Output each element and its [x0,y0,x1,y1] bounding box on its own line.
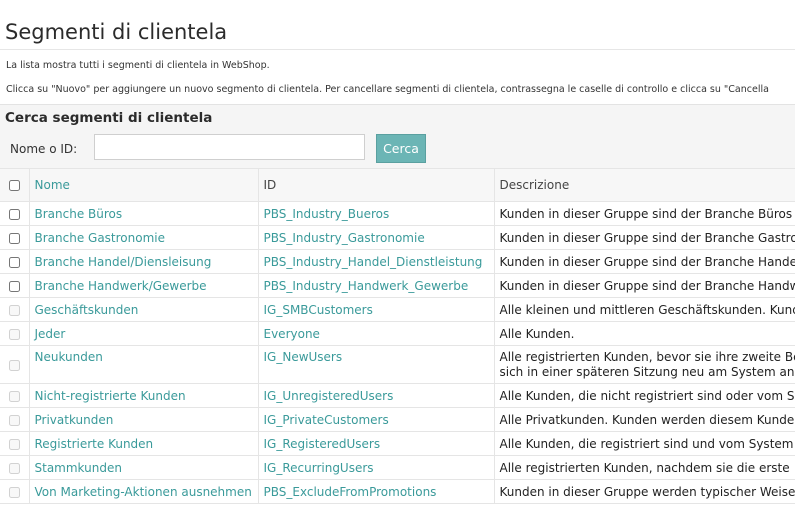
segment-description: Kunden in dieser Gruppe sind der Branche… [494,201,795,226]
segment-id-link[interactable]: PBS_Industry_Handwerk_Gewerbe [264,279,469,293]
select-all-cell [0,168,30,202]
segment-id-link[interactable]: IG_RecurringUsers [264,461,374,475]
row-checkbox[interactable] [8,232,20,244]
intro-text-line-2: Clicca su "Nuovo" per aggiungere un nuov… [6,84,769,95]
intro-text-line-1: La lista mostra tutti i segmenti di clie… [6,60,270,71]
segment-name-link[interactable]: Branche Handwerk/Gewerbe [35,279,207,293]
search-button[interactable]: Cerca [376,134,426,163]
table-row: Registrierte Kunden IG_RegisteredUsers A… [0,431,795,456]
segment-name-link[interactable]: Von Marketing-Aktionen ausnehmen [35,485,252,499]
table-row: Branche Handwerk/Gewerbe PBS_Industry_Ha… [0,273,795,298]
table-row: Privatkunden IG_PrivateCustomers Alle Pr… [0,407,795,432]
segment-name-link[interactable]: Branche Handel/Diensleisung [35,255,212,269]
row-checkbox[interactable] [8,256,20,268]
segment-name-link[interactable]: Registrierte Kunden [35,437,154,451]
segment-name-link[interactable]: Privatkunden [35,413,114,427]
segment-id-link[interactable]: IG_RegisteredUsers [264,437,381,451]
column-header-description: Descrizione [494,168,795,202]
row-checkbox-disabled [8,462,20,474]
table-row: Nicht-registrierte Kunden IG_Unregistere… [0,383,795,408]
segment-id-link[interactable]: IG_SMBCustomers [264,303,373,317]
segment-description: Alle Kunden, die registriert sind und vo… [494,431,795,456]
segment-name-link[interactable]: Neukunden [35,350,103,364]
segment-description: Alle Kunden, die nicht registriert sind … [494,383,795,408]
table-row: Von Marketing-Aktionen ausnehmen PBS_Exc… [0,479,795,504]
segment-id-link[interactable]: IG_UnregisteredUsers [264,389,394,403]
table-row: Branche Handel/Diensleisung PBS_Industry… [0,249,795,274]
column-header-name[interactable]: Nome [29,168,259,202]
segment-id-link[interactable]: PBS_Industry_Gastronomie [264,231,425,245]
row-checkbox-disabled [8,359,20,371]
segment-description: Kunden in dieser Gruppe werden typischer… [494,479,795,504]
segment-name-link[interactable]: Jeder [35,327,66,341]
segment-description: Kunden in dieser Gruppe sind der Branche… [494,273,795,298]
segment-description: Alle Privatkunden. Kunden werden diesem … [494,407,795,432]
segment-description: Alle registrierten Kunden, bevor sie ihr… [494,345,795,384]
table-row: Branche Gastronomie PBS_Industry_Gastron… [0,225,795,250]
page-title: Segmenti di clientela [0,0,795,50]
segment-description: Alle kleinen und mittleren Geschäftskund… [494,297,795,322]
segment-name-link[interactable]: Branche Büros [35,207,123,221]
row-checkbox-disabled [8,438,20,450]
column-header-id: ID [258,168,495,202]
segment-id-link[interactable]: IG_NewUsers [264,350,343,364]
row-checkbox-disabled [8,414,20,426]
segment-description: Kunden in dieser Gruppe sind der Branche… [494,249,795,274]
segment-id-link[interactable]: IG_PrivateCustomers [264,413,389,427]
row-checkbox-disabled [8,304,20,316]
search-label: Nome o ID: [10,142,78,156]
segment-description-line-2: sich in einer späteren Sitzung neu am Sy… [499,365,795,379]
table-row: Branche Büros PBS_Industry_Bueros Kunden… [0,201,795,226]
row-checkbox-disabled [8,486,20,498]
segment-description: Kunden in dieser Gruppe sind der Branche… [494,225,795,250]
search-heading: Cerca segmenti di clientela [5,110,213,126]
row-checkbox[interactable] [8,280,20,292]
segment-description-line-1: Alle registrierten Kunden, bevor sie ihr… [499,350,795,364]
search-input[interactable] [94,134,365,160]
search-panel: Cerca segmenti di clientela Nome o ID: C… [0,104,795,168]
select-all-checkbox[interactable] [8,180,20,191]
segment-description: Alle Kunden. [494,321,795,346]
table-row: Geschäftskunden IG_SMBCustomers Alle kle… [0,297,795,322]
customer-segments-table: Nome ID Descrizione Branche Büros PBS_In… [0,168,795,504]
table-row: Jeder Everyone Alle Kunden. [0,321,795,346]
segment-id-link[interactable]: PBS_Industry_Handel_Dienstleistung [264,255,483,269]
table-header-row: Nome ID Descrizione [0,168,795,202]
segment-name-link[interactable]: Stammkunden [35,461,122,475]
segment-id-link[interactable]: Everyone [264,327,320,341]
row-checkbox[interactable] [8,208,20,220]
segment-name-link[interactable]: Nicht-registrierte Kunden [35,389,186,403]
row-checkbox-disabled [8,328,20,340]
table-row: Neukunden IG_NewUsers Alle registrierten… [0,345,795,384]
table-row: Stammkunden IG_RecurringUsers Alle regis… [0,455,795,480]
segment-id-link[interactable]: PBS_Industry_Bueros [264,207,390,221]
segment-description: Alle registrierten Kunden, nachdem sie d… [494,455,795,480]
segment-name-link[interactable]: Branche Gastronomie [35,231,166,245]
row-checkbox-disabled [8,390,20,402]
segment-id-link[interactable]: PBS_ExcludeFromPromotions [264,485,437,499]
segment-name-link[interactable]: Geschäftskunden [35,303,139,317]
